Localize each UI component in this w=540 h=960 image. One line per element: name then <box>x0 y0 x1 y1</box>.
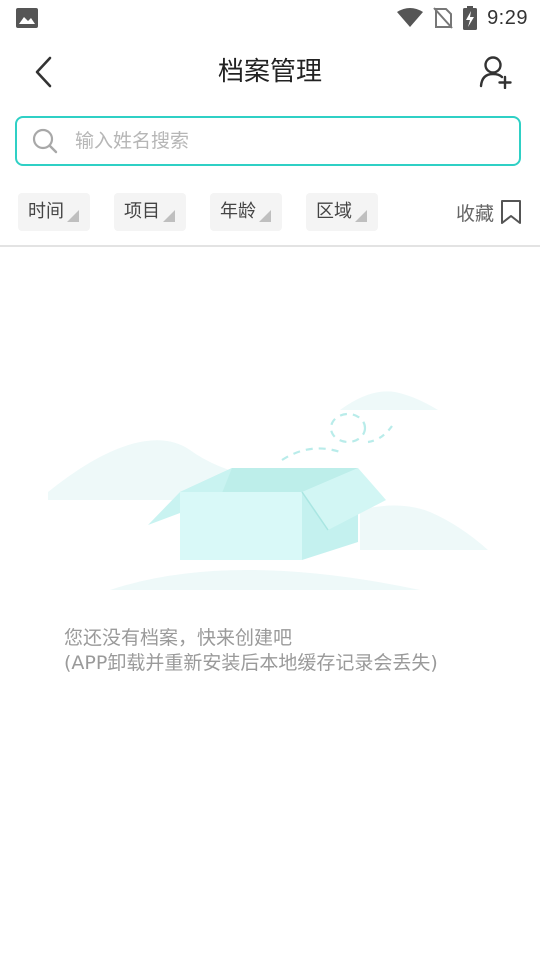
page-title: 档案管理 <box>217 57 322 87</box>
empty-state-text: 您还没有档案，快来创建吧 (APP卸载并重新安装后本地缓存记录会丢失) <box>64 626 504 676</box>
favorite-button[interactable]: 收藏 <box>456 193 522 231</box>
empty-state-line1: 您还没有档案，快来创建吧 <box>64 627 293 649</box>
dropdown-triangle-icon <box>67 210 79 222</box>
bookmark-icon <box>501 200 521 224</box>
header: 档案管理 <box>0 36 540 108</box>
status-bar: 9:29 <box>0 0 540 36</box>
status-icons: 9:29 <box>397 0 528 36</box>
dropdown-triangle-icon <box>163 210 175 222</box>
filter-time[interactable]: 时间 <box>18 193 90 231</box>
filter-label: 区域 <box>316 201 352 222</box>
open-box-icon <box>48 391 488 590</box>
wifi-icon <box>397 8 424 27</box>
dropdown-triangle-icon <box>355 210 367 222</box>
filter-label: 时间 <box>28 201 64 222</box>
add-user-button[interactable] <box>474 50 518 94</box>
battery-charging-icon <box>463 6 478 30</box>
filter-age[interactable]: 年龄 <box>210 193 282 231</box>
empty-state-line2: (APP卸载并重新安装后本地缓存记录会丢失) <box>64 652 438 674</box>
filter-bar: 时间 项目 年龄 区域 收藏 <box>0 190 540 234</box>
add-user-icon <box>479 56 512 89</box>
search-box[interactable] <box>15 116 521 166</box>
image-icon <box>16 8 38 28</box>
dropdown-triangle-icon <box>259 210 271 222</box>
search-icon <box>31 127 59 155</box>
filter-label: 项目 <box>124 201 160 222</box>
status-time: 9:29 <box>487 6 528 29</box>
search-input[interactable] <box>73 129 497 153</box>
filter-label: 年龄 <box>220 201 256 222</box>
divider <box>0 245 540 247</box>
no-sim-icon <box>433 7 453 29</box>
filter-region[interactable]: 区域 <box>306 193 378 231</box>
favorite-label: 收藏 <box>455 202 494 225</box>
filter-project[interactable]: 项目 <box>114 193 186 231</box>
